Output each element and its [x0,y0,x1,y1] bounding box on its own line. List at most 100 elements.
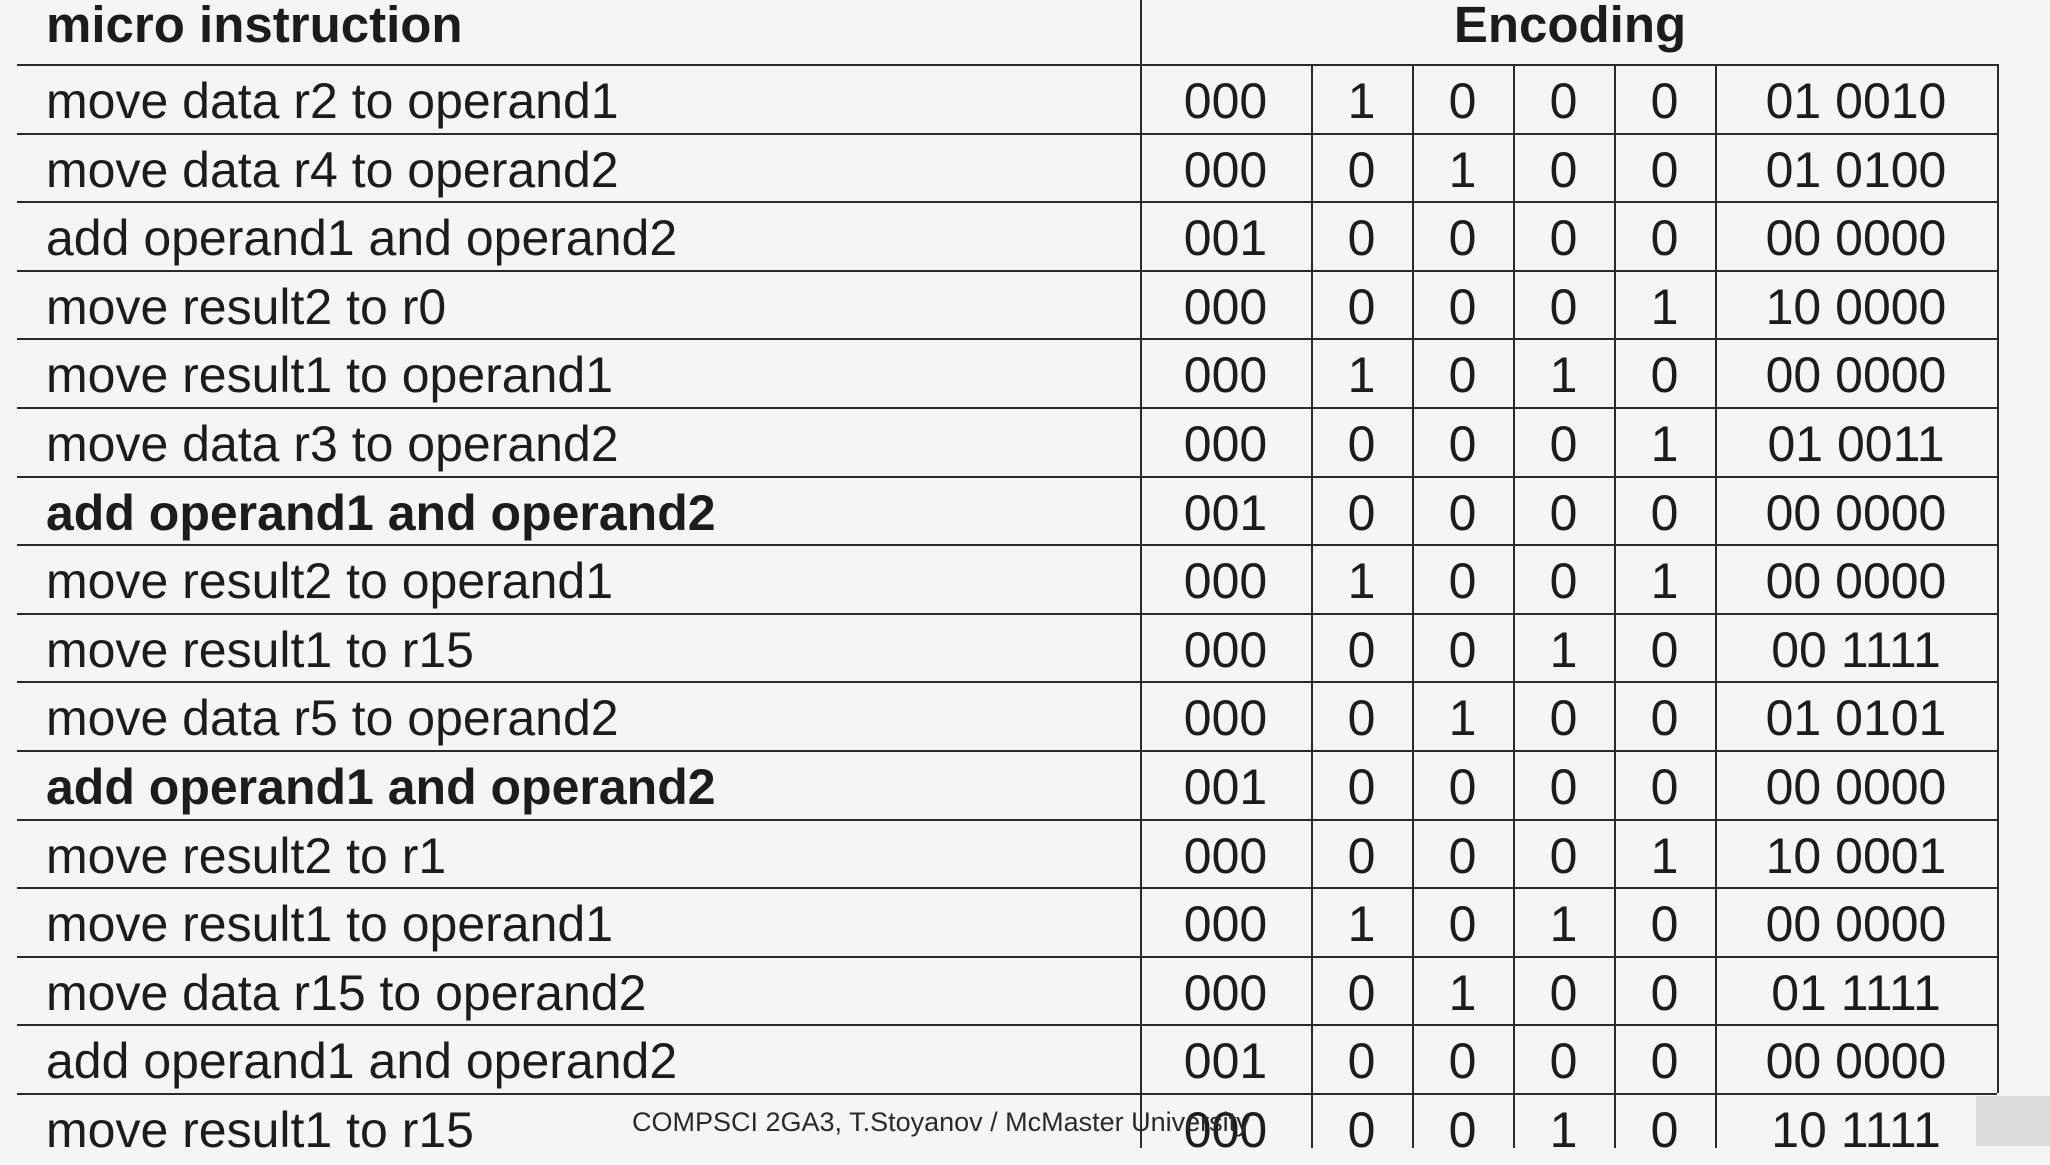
bit-cell: 1 [1448,142,1477,198]
instruction-cell: move result1 to r15 [46,1102,474,1158]
bit-cell: 0 [1650,1102,1679,1158]
instruction-cell: move result2 to r1 [46,828,447,884]
instruction-cell: move result1 to operand1 [46,896,614,952]
bit-cell: 0 [1448,828,1477,884]
bit-cell: 0 [1650,1033,1679,1089]
address-cell: 10 0000 [1765,279,1947,335]
address-cell: 10 1111 [1771,1102,1941,1158]
bit-cell: 0 [1448,73,1477,129]
bit-cell: 1 [1347,347,1376,403]
address-cell: 01 1111 [1771,965,1941,1021]
address-cell: 00 0000 [1765,210,1947,266]
address-cell: 00 0000 [1765,896,1947,952]
address-cell: 00 0000 [1765,347,1947,403]
opcode-cell: 001 [1183,210,1268,266]
encoding-header: Encoding [1453,0,1687,53]
instruction-cell: add operand1 and operand2 [46,1033,678,1089]
bit-cell: 0 [1549,485,1578,541]
bit-cell: 0 [1448,416,1477,472]
bit-cell: 0 [1549,210,1578,266]
instruction-cell: move result2 to operand1 [46,553,614,609]
bit-cell: 0 [1347,622,1376,678]
instruction-cell: move data r3 to operand2 [46,416,619,472]
corner-overlay [1976,1096,2050,1146]
address-cell: 01 0100 [1765,142,1947,198]
opcode-cell: 000 [1183,416,1268,472]
bit-cell: 0 [1650,896,1679,952]
address-cell: 10 0001 [1765,828,1947,884]
instruction-cell: move result2 to r0 [46,279,447,335]
bit-cell: 0 [1347,210,1376,266]
bit-cell: 1 [1650,553,1679,609]
opcode-cell: 000 [1183,553,1268,609]
opcode-cell: 000 [1183,690,1268,746]
bit-cell: 0 [1448,1033,1477,1089]
opcode-cell: 001 [1183,1033,1268,1089]
address-cell: 01 0011 [1767,416,1945,472]
address-cell: 00 0000 [1765,553,1947,609]
bit-cell: 0 [1347,416,1376,472]
bit-cell: 0 [1448,1102,1477,1158]
bit-cell: 0 [1650,759,1679,815]
bit-cell: 0 [1347,1033,1376,1089]
bit-cell: 0 [1347,1102,1376,1158]
bit-cell: 0 [1347,279,1376,335]
bit-cell: 1 [1549,622,1578,678]
bit-cell: 0 [1448,896,1477,952]
bit-cell: 0 [1549,73,1578,129]
bit-cell: 0 [1448,210,1477,266]
bit-cell: 1 [1650,828,1679,884]
bit-cell: 0 [1347,142,1376,198]
instruction-cell: add operand1 and operand2 [46,485,716,541]
instruction-cell: move data r5 to operand2 [46,690,619,746]
opcode-cell: 000 [1183,896,1268,952]
bit-cell: 0 [1549,828,1578,884]
address-cell: 00 0000 [1765,1033,1947,1089]
bit-cell: 0 [1448,553,1477,609]
bit-cell: 1 [1347,896,1376,952]
address-cell: 00 1111 [1771,622,1941,678]
bit-cell: 1 [1549,347,1578,403]
instruction-cell: add operand1 and operand2 [46,759,716,815]
bit-cell: 0 [1650,142,1679,198]
address-cell: 01 0010 [1765,73,1947,129]
bit-cell: 0 [1650,73,1679,129]
opcode-cell: 000 [1183,279,1268,335]
instruction-cell: move data r4 to operand2 [46,142,619,198]
bit-cell: 0 [1549,965,1578,1021]
column-divider [1997,64,1999,1093]
bit-cell: 1 [1650,279,1679,335]
instruction-cell: move data r2 to operand1 [46,73,619,129]
bit-cell: 1 [1650,416,1679,472]
micro-instruction-header: micro instruction [46,0,463,53]
bit-cell: 0 [1347,828,1376,884]
instruction-cell: move data r15 to operand2 [46,965,647,1021]
bit-cell: 0 [1347,965,1376,1021]
bit-cell: 0 [1549,1033,1578,1089]
opcode-cell: 001 [1183,759,1268,815]
bit-cell: 0 [1650,210,1679,266]
bit-cell: 1 [1448,690,1477,746]
bit-cell: 1 [1549,1102,1578,1158]
bit-cell: 1 [1347,553,1376,609]
bit-cell: 0 [1650,690,1679,746]
instruction-cell: move result1 to operand1 [46,347,614,403]
opcode-cell: 000 [1183,347,1268,403]
bit-cell: 0 [1347,690,1376,746]
bit-cell: 0 [1549,416,1578,472]
bit-cell: 0 [1650,347,1679,403]
bit-cell: 0 [1347,485,1376,541]
bit-cell: 0 [1549,759,1578,815]
bit-cell: 0 [1448,485,1477,541]
bit-cell: 0 [1549,279,1578,335]
slide: micro instruction Encoding move data r2 … [0,0,2050,1158]
opcode-cell: 000 [1183,828,1268,884]
bit-cell: 0 [1448,279,1477,335]
bit-cell: 1 [1448,965,1477,1021]
bit-cell: 0 [1650,965,1679,1021]
footer-credit: COMPSCI 2GA3, T.Stoyanov / McMaster Univ… [632,1107,1250,1137]
bit-cell: 0 [1448,347,1477,403]
bit-cell: 0 [1650,485,1679,541]
opcode-cell: 000 [1183,965,1268,1021]
bit-cell: 0 [1549,142,1578,198]
